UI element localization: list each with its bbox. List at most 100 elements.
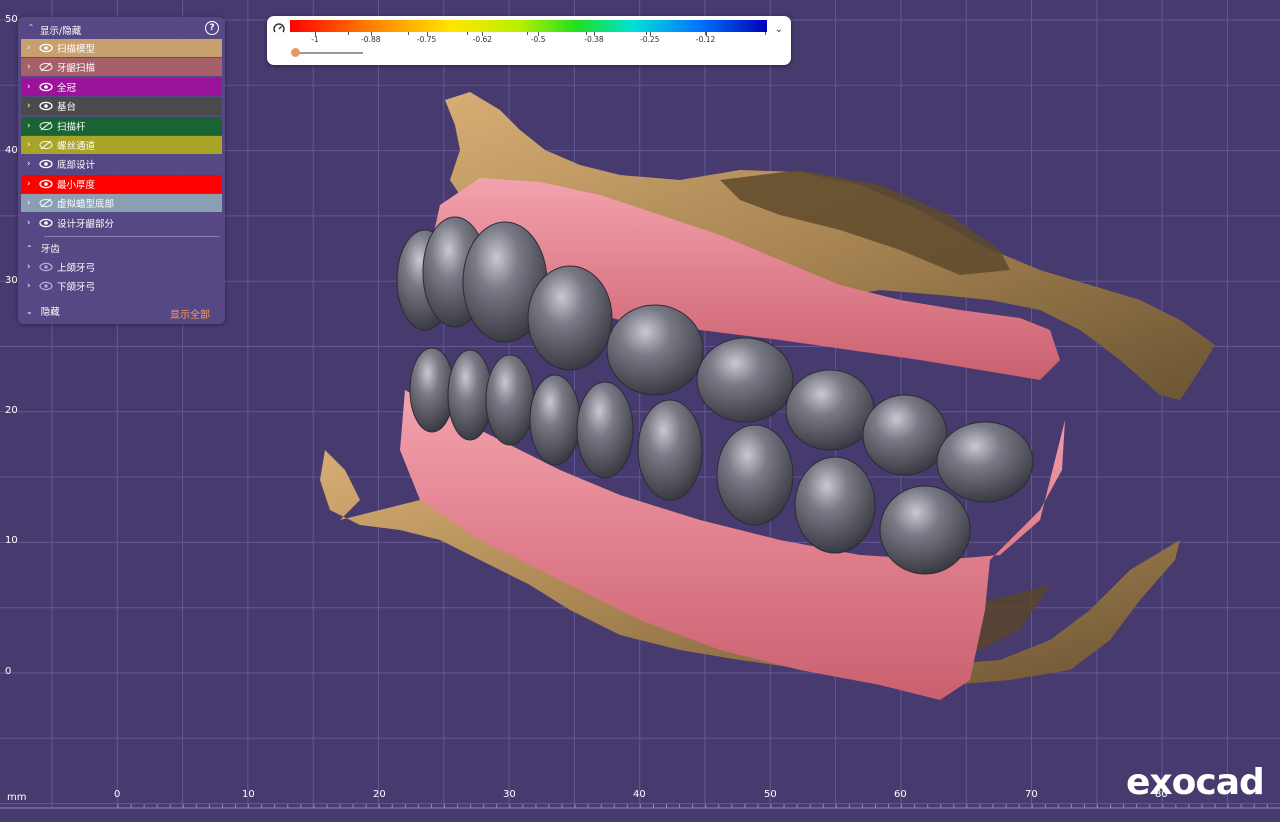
- eye-off-icon[interactable]: [39, 121, 53, 131]
- hidden-section-label: 隐藏: [40, 307, 60, 318]
- panel-header[interactable]: ⌃ 显示/隐藏 ?: [18, 17, 225, 39]
- separator: [44, 236, 220, 237]
- chevron-right-icon[interactable]: ›: [27, 218, 37, 228]
- layer-row[interactable]: › 扫描模型: [21, 39, 222, 57]
- layer-label: 虚拟蜡型底部: [57, 199, 115, 211]
- upper-tooth: [785, 369, 875, 451]
- eye-off-icon[interactable]: [39, 198, 53, 208]
- colorbar-minor-tick: [645, 32, 647, 35]
- y-label: 20: [5, 405, 18, 416]
- upper-tooth: [862, 394, 948, 476]
- lower-tooth: [529, 374, 581, 466]
- chevron-right-icon[interactable]: ›: [27, 82, 37, 92]
- show-all-button[interactable]: 显示全部: [170, 306, 210, 321]
- lower-tooth: [447, 349, 493, 441]
- teeth-item-lower[interactable]: › 下颌牙弓: [21, 277, 222, 295]
- eye-off-icon[interactable]: [39, 140, 53, 150]
- layer-label: 螺丝通道: [57, 141, 96, 152]
- chevron-right-icon[interactable]: ›: [27, 121, 37, 131]
- layer-label: 最小厚度: [57, 179, 96, 191]
- lower-tooth: [485, 354, 535, 446]
- layer-row[interactable]: › 扫描杆: [21, 116, 222, 135]
- layer-label: 底部设计: [57, 160, 96, 172]
- eye-icon[interactable]: [39, 43, 53, 53]
- colorbar-minor-tick: [705, 32, 706, 35]
- chevron-right-icon[interactable]: ›: [27, 281, 37, 291]
- chevron-right-icon[interactable]: ›: [27, 62, 37, 72]
- gauge-icon[interactable]: [273, 23, 285, 35]
- eye-icon[interactable]: [39, 101, 53, 111]
- layer-row[interactable]: › 底部设计: [21, 155, 222, 173]
- eye-icon[interactable]: [39, 281, 53, 291]
- slider-track[interactable]: [295, 52, 363, 54]
- layer-row[interactable]: › 牙龈扫描: [21, 58, 222, 77]
- colorbar-label: -0.12: [695, 35, 716, 44]
- colorbar-label: -0.88: [361, 35, 381, 44]
- chevron-down-icon[interactable]: ⌄: [26, 307, 33, 316]
- colorbar-label: -0.75: [416, 35, 437, 44]
- y-label: 0: [5, 666, 12, 677]
- colorbar-minor-tick: [764, 32, 766, 35]
- eye-icon[interactable]: [39, 262, 53, 272]
- x-label: 10: [242, 789, 255, 800]
- eye-icon[interactable]: [39, 179, 53, 189]
- y-label: 40: [5, 145, 18, 156]
- chevron-right-icon[interactable]: ›: [27, 101, 37, 111]
- layer-row[interactable]: › 最小厚度: [21, 174, 222, 193]
- teeth-item-upper[interactable]: › 上颌牙弓: [21, 258, 222, 276]
- x-label: 60: [894, 789, 907, 800]
- slider-thumb[interactable]: [291, 48, 300, 57]
- layer-label: 扫描杆: [57, 121, 86, 133]
- colorbar-label: -0.62: [472, 35, 493, 44]
- colorbar-label: -1: [311, 35, 319, 44]
- upper-tooth: [696, 337, 794, 423]
- layer-label: 牙龈扫描: [57, 63, 96, 75]
- chevron-right-icon[interactable]: ›: [27, 262, 37, 272]
- eye-icon[interactable]: [39, 159, 53, 169]
- y-label: 10: [5, 535, 18, 546]
- layer-label: 设计牙龈部分: [57, 218, 115, 230]
- chevron-down-icon[interactable]: ⌄: [775, 24, 783, 35]
- chevron-right-icon[interactable]: ›: [27, 43, 37, 53]
- visibility-panel: ⌃ 显示/隐藏 ? › 扫描模型 › 牙龈扫描 › 全冠 › 基台 › 扫描杆 › 螺丝通道 › 底部设计…: [18, 17, 225, 324]
- upper-tooth: [527, 265, 613, 371]
- layer-row[interactable]: › 虚拟蜡型底部: [21, 194, 222, 213]
- x-label: 0: [114, 789, 121, 800]
- x-label: 40: [633, 789, 646, 800]
- help-icon[interactable]: ?: [205, 21, 219, 35]
- layer-row[interactable]: › 基台: [21, 97, 222, 116]
- colorbar-label: -0.38: [584, 35, 604, 44]
- lower-tooth: [879, 485, 971, 575]
- layer-row[interactable]: › 设计牙龈部分: [21, 214, 222, 232]
- unit-label: mm: [7, 792, 27, 803]
- colorbar-label: -0.25: [640, 35, 660, 44]
- x-label: 20: [373, 789, 386, 800]
- chevron-right-icon[interactable]: ›: [27, 198, 37, 208]
- x-ruler: [0, 804, 1280, 809]
- eye-icon[interactable]: [39, 82, 53, 92]
- chevron-right-icon[interactable]: ›: [27, 179, 37, 189]
- eye-icon[interactable]: [39, 218, 53, 228]
- y-label: 50: [5, 14, 18, 25]
- teeth-section-header[interactable]: ⌃ 牙齿: [26, 240, 60, 256]
- exocad-logo: exocad: [1126, 762, 1265, 803]
- collapse-caret-icon[interactable]: ⌃: [26, 23, 36, 32]
- layer-row[interactable]: › 全冠: [21, 77, 222, 96]
- lower-tooth: [409, 347, 455, 433]
- layer-row[interactable]: › 螺丝通道: [21, 136, 222, 154]
- chevron-right-icon[interactable]: ›: [27, 159, 37, 169]
- teeth-section-label: 牙齿: [40, 244, 60, 255]
- lower-tooth: [637, 399, 703, 501]
- chevron-right-icon[interactable]: ›: [27, 140, 37, 150]
- lower-tooth: [794, 456, 876, 554]
- upper-tooth: [936, 421, 1034, 503]
- colorbar-minor-tick: [407, 32, 409, 35]
- colorbar-minor-tick: [526, 32, 528, 35]
- layer-label: 扫描模型: [57, 44, 96, 55]
- eye-off-icon[interactable]: [39, 62, 53, 72]
- collapse-caret-icon[interactable]: ⌃: [26, 244, 33, 253]
- hidden-section-header[interactable]: ⌄ 隐藏: [26, 303, 60, 319]
- thickness-colorbar: -1 -0.88 -0.75 -0.62 -0.5 -0.38 -0.25 -0.12 ⌄: [267, 16, 791, 65]
- layer-label: 基台: [57, 102, 77, 114]
- layer-label: 全冠: [57, 82, 77, 94]
